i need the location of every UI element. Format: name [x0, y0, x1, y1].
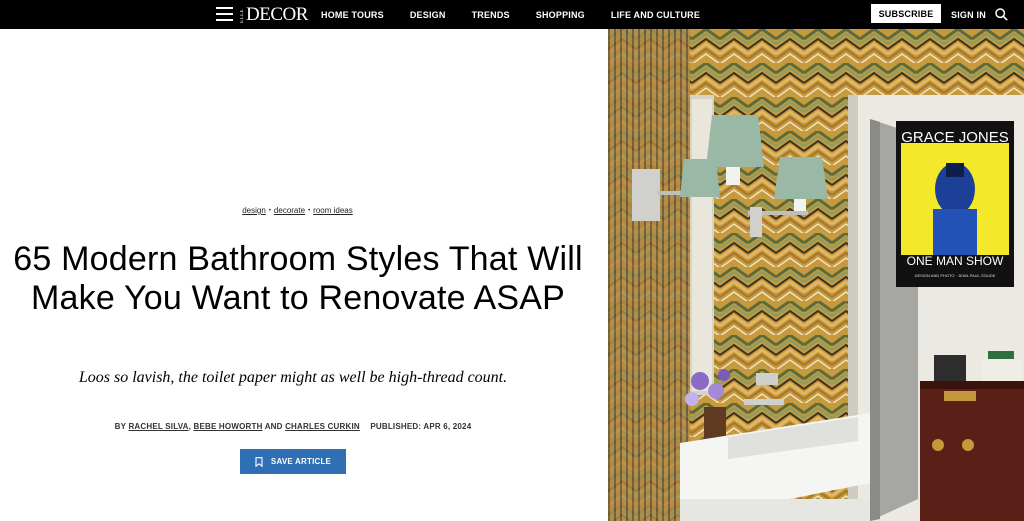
article-header: design • decorate • room ideas 65 Modern Bat… — [0, 29, 608, 521]
tag-link-room-ideas[interactable]: room ideas — [313, 206, 353, 215]
author-link-rachel-silva[interactable]: RACHEL SILVA — [128, 422, 188, 431]
nav-item-home-tours[interactable]: HOME TOURS — [321, 10, 384, 20]
hamburger-menu-icon[interactable] — [216, 7, 233, 21]
publish-date: PUBLISHED: APR 6, 2024 — [370, 422, 472, 431]
site-logo[interactable]: ELLE DECOR — [240, 4, 308, 24]
logo-decor-text: DECOR — [246, 4, 308, 25]
poster-title: GRACE JONES — [901, 129, 1009, 146]
tag-list: design • decorate • room ideas — [0, 206, 595, 215]
hero-image: GRACE JONES ONE MAN SHOW DESIGN AND PHOT… — [608, 29, 1024, 521]
search-icon[interactable] — [995, 8, 1008, 21]
poster-credit: DESIGN AND PHOTO · JEAN-PAUL GOUDE — [915, 273, 996, 278]
tag-link-design[interactable]: design — [242, 206, 266, 215]
subscribe-button[interactable]: SUBSCRIBE — [871, 4, 941, 23]
byline-prefix: BY — [114, 422, 126, 431]
save-article-button[interactable]: SAVE ARTICLE — [240, 449, 346, 474]
sign-in-link[interactable]: SIGN IN — [951, 0, 986, 29]
article-dek: Loos so lavish, the toilet paper might a… — [78, 369, 508, 386]
nav-item-shopping[interactable]: SHOPPING — [536, 10, 585, 20]
bathroom-photo: GRACE JONES ONE MAN SHOW DESIGN AND PHOT… — [608, 29, 1024, 521]
nav-item-life-and-culture[interactable]: LIFE AND CULTURE — [611, 10, 700, 20]
nav-item-design[interactable]: DESIGN — [410, 10, 446, 20]
top-nav: ELLE DECOR HOME TOURS DESIGN TRENDS SHOP… — [0, 0, 1024, 29]
nav-item-trends[interactable]: TRENDS — [472, 10, 510, 20]
byline: BY RACHEL SILVA, BEBE HOWORTH AND CHARLE… — [114, 422, 472, 431]
main-nav: HOME TOURS DESIGN TRENDS SHOPPING LIFE A… — [321, 0, 726, 29]
article-title: 65 Modern Bathroom Styles That Will Make… — [13, 240, 583, 317]
author-link-bebe-howorth[interactable]: BEBE HOWORTH — [193, 422, 262, 431]
author-link-charles-curkin[interactable]: CHARLES CURKIN — [285, 422, 360, 431]
tag-link-decorate[interactable]: decorate — [274, 206, 305, 215]
logo-elle-text: ELLE — [240, 8, 245, 24]
byline-and: AND — [264, 422, 283, 431]
tag-separator: • — [308, 208, 311, 214]
tag-separator: • — [268, 208, 271, 214]
bookmark-icon — [255, 456, 263, 467]
poster-subtitle: ONE MAN SHOW — [907, 254, 1004, 268]
save-article-label: SAVE ARTICLE — [270, 457, 332, 466]
